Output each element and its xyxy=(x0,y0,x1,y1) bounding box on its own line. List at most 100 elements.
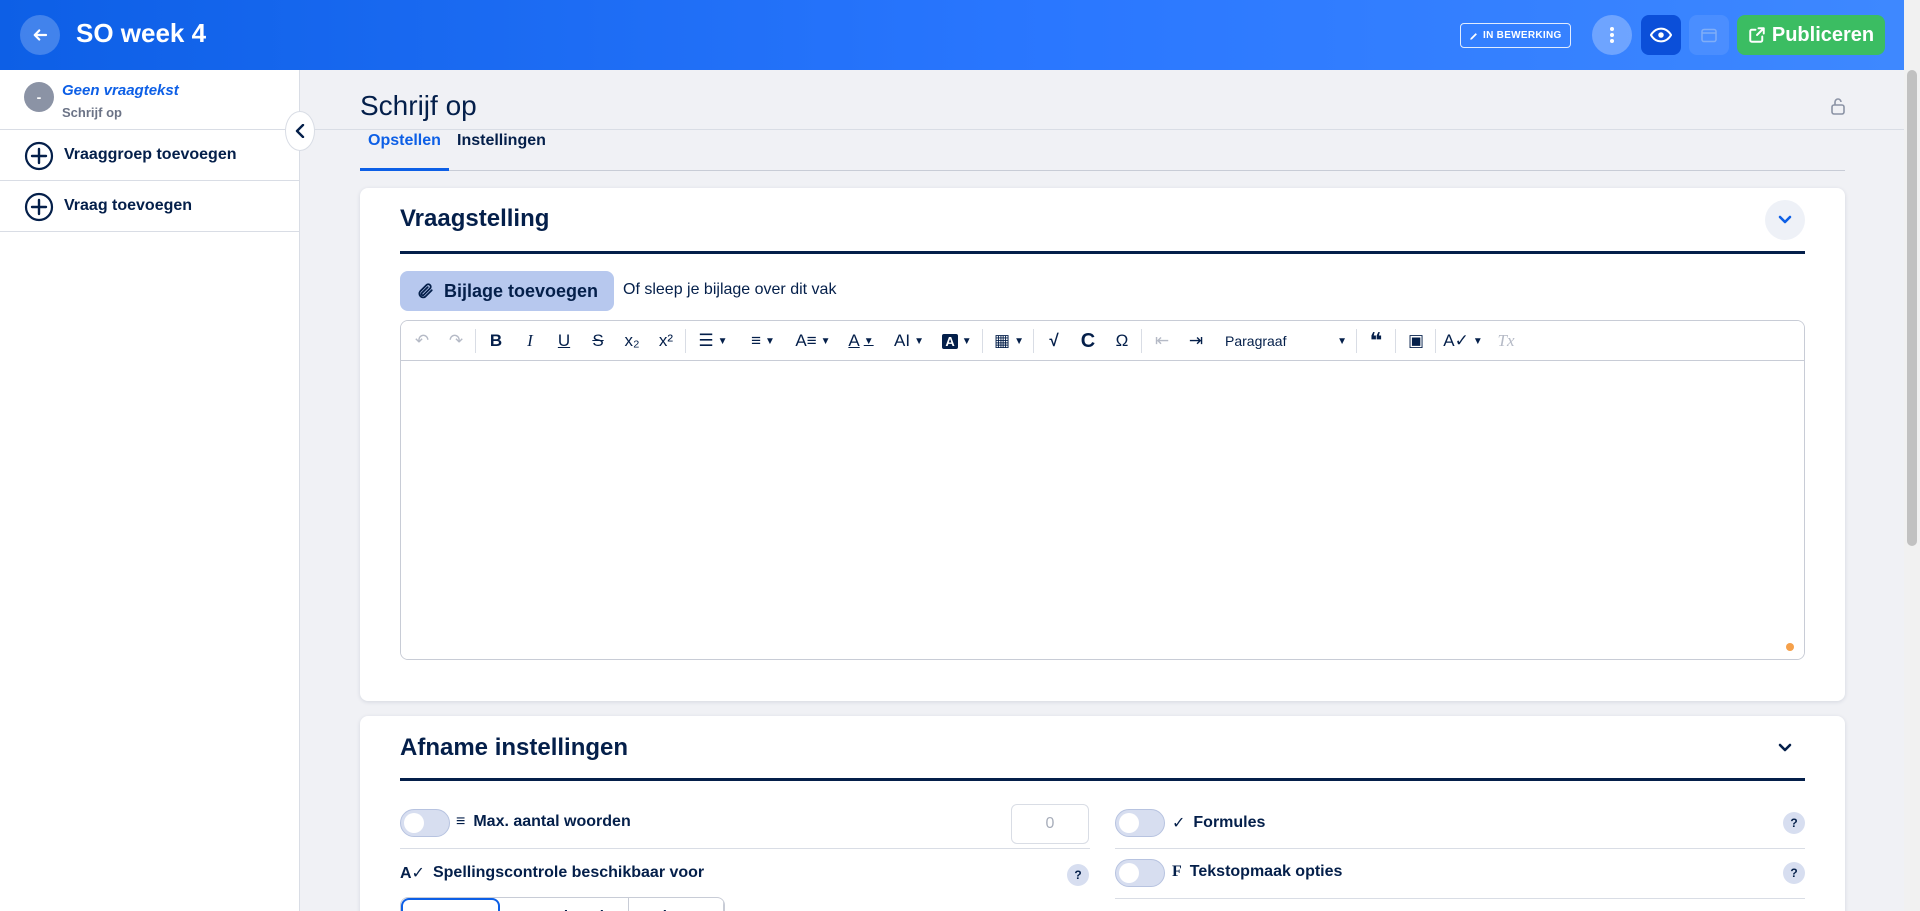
collapse-sidebar-button[interactable] xyxy=(285,111,315,151)
external-link-icon xyxy=(1749,27,1765,43)
font-icon: F xyxy=(1172,863,1182,880)
font-size-button[interactable]: A≡ ▼ xyxy=(791,326,835,356)
spellcheck-button[interactable]: A✓ ▼ xyxy=(1441,326,1485,356)
toolbar-separator xyxy=(1033,329,1034,353)
spellcheck-option-niemand[interactable]: Niemand xyxy=(401,898,501,911)
subscript-button[interactable]: x₂ xyxy=(617,326,647,356)
bold-button[interactable]: B xyxy=(481,326,511,356)
more-options-button[interactable] xyxy=(1592,15,1632,55)
back-button[interactable] xyxy=(20,15,60,55)
chevron-down-icon: ▼ xyxy=(765,335,775,347)
formula-button[interactable]: √ xyxy=(1039,326,1069,356)
redo-button[interactable]: ↷ xyxy=(443,326,469,356)
scrollbar-thumb[interactable] xyxy=(1907,70,1917,546)
italic-icon: I xyxy=(527,331,533,350)
preview-button[interactable] xyxy=(1641,15,1681,55)
afname-settings-card: Afname instellingen ≡ Max. aantal woorde… xyxy=(360,716,1845,911)
paragraph-style-select[interactable]: Paragraaf ▼ xyxy=(1221,326,1351,356)
outdent-button[interactable]: ⇤ xyxy=(1147,326,1177,356)
font-family-icon: AI xyxy=(894,331,911,350)
vraagstelling-card: Vraagstelling Bijlage toevoegen Of sleep… xyxy=(360,188,1845,701)
text-format-label: Tekstopmaak opties xyxy=(1189,863,1343,880)
quote-icon: ❝ xyxy=(1369,328,1383,353)
max-words-input[interactable]: 0 xyxy=(1011,804,1089,844)
bold-icon: B xyxy=(489,331,503,350)
square-root-icon: √ xyxy=(1049,331,1059,350)
chevron-down-icon: ▼ xyxy=(1014,335,1024,347)
afname-settings-title: Afname instellingen xyxy=(400,734,629,761)
chevron-down-icon: ▼ xyxy=(1337,335,1347,347)
pencil-icon xyxy=(1470,32,1477,40)
drop-hint: Of sleep je bijlage over dit vak xyxy=(623,281,837,298)
numbered-list-button[interactable]: ≡ ▼ xyxy=(741,326,785,356)
add-question-group-button[interactable]: Vraaggroep toevoegen xyxy=(0,130,300,181)
clear-formatting-icon: Tx xyxy=(1497,331,1515,350)
text-format-help-icon[interactable]: ? xyxy=(1783,862,1805,884)
tab-bar: Opstellen Instellingen xyxy=(360,130,1845,171)
chevron-down-icon: ▼ xyxy=(820,335,831,347)
toolbar-separator xyxy=(1435,329,1436,353)
toolbar-separator xyxy=(1395,329,1396,353)
chevron-down-icon xyxy=(1778,743,1792,752)
paperclip-icon xyxy=(418,283,433,299)
image-upload-icon: ▣ xyxy=(1407,331,1425,350)
unlock-icon[interactable] xyxy=(1828,96,1848,116)
text-format-toggle[interactable] xyxy=(1115,859,1165,887)
collapse-vraagstelling-button[interactable] xyxy=(1765,200,1805,240)
text-lines-icon: ≡ xyxy=(456,813,466,830)
row-divider xyxy=(1115,848,1805,849)
strikethrough-button[interactable]: S xyxy=(583,326,613,356)
formulas-toggle[interactable] xyxy=(1115,809,1165,837)
underline-button[interactable]: U xyxy=(549,326,579,356)
bulleted-list-button[interactable]: ☰ ▼ xyxy=(691,326,735,356)
spellcheck-setting: A✓ Spellingscontrole beschikbaar voor xyxy=(400,863,704,883)
highlight-button[interactable]: A ▼ xyxy=(935,326,979,356)
font-color-button[interactable]: A ▼ xyxy=(839,326,883,356)
underline-icon: U xyxy=(557,331,571,350)
font-color-icon: A xyxy=(848,331,860,350)
question-type: Schrijf op xyxy=(62,105,122,120)
superscript-button[interactable]: x² xyxy=(651,326,681,356)
formulas-help-icon[interactable]: ? xyxy=(1783,812,1805,834)
page-scrollbar[interactable] xyxy=(1904,0,1920,911)
add-attachment-label: Bijlage toevoegen xyxy=(444,280,599,301)
collapse-afname-button[interactable] xyxy=(1765,728,1805,768)
font-size-icon: A≡ xyxy=(795,331,817,350)
indent-button[interactable]: ⇥ xyxy=(1181,326,1211,356)
indent-icon: ⇥ xyxy=(1188,331,1204,350)
text-format-setting: F Tekstopmaak opties xyxy=(1172,863,1342,881)
spellcheck-option-gemarkeerde[interactable]: Gemarkeerde xyxy=(500,898,630,911)
blockquote-button[interactable]: ❝ xyxy=(1361,326,1391,356)
spellcheck-option-iedereen[interactable]: Iedereen xyxy=(629,898,724,911)
schedule-button[interactable] xyxy=(1689,15,1729,55)
toolbar-separator xyxy=(1141,329,1142,353)
page-title: Schrijf op xyxy=(360,90,477,121)
tab-instellingen[interactable]: Instellingen xyxy=(449,130,554,171)
tab-opstellen[interactable]: Opstellen xyxy=(360,130,449,171)
add-attachment-button[interactable]: Bijlage toevoegen xyxy=(400,271,615,311)
outdent-icon: ⇤ xyxy=(1154,331,1170,350)
insert-image-button[interactable]: ▣ xyxy=(1401,326,1431,356)
clear-formatting-button[interactable]: Tx xyxy=(1491,326,1521,356)
italic-button[interactable]: I xyxy=(515,326,545,356)
rich-text-editor: ↶ ↷ B I U S x₂ x² ☰ ▼ ≡ ▼ A≡ ▼ A ▼ AI ▼ A ▼ ▦ ▼… xyxy=(400,320,1805,660)
table-icon: ▦ xyxy=(994,331,1011,350)
font-family-button[interactable]: AI ▼ xyxy=(887,326,931,356)
spellcheck-help-icon[interactable]: ? xyxy=(1067,864,1089,886)
spellcheck-segmented-control: Niemand Gemarkeerde Iedereen xyxy=(400,897,725,911)
status-badge: IN BEWERKING xyxy=(1460,23,1571,48)
insert-table-button[interactable]: ▦ ▼ xyxy=(987,326,1031,356)
publish-button[interactable]: Publiceren xyxy=(1737,15,1885,55)
sidebar-question-item[interactable]: - Geen vraagtekst Schrijf op xyxy=(0,70,300,130)
chemistry-button[interactable]: C xyxy=(1073,326,1103,356)
question-text-editor[interactable] xyxy=(401,361,1804,659)
undo-button[interactable]: ↶ xyxy=(409,326,435,356)
special-characters-button[interactable]: Ω xyxy=(1107,326,1137,356)
test-title: SO week 4 xyxy=(76,18,207,48)
max-words-toggle[interactable] xyxy=(400,809,450,837)
spellcheck-icon: A✓ xyxy=(1443,331,1469,350)
toolbar-separator xyxy=(685,329,686,353)
vraagstelling-title: Vraagstelling xyxy=(400,205,550,232)
question-sidebar: - Geen vraagtekst Schrijf op Vraaggroep … xyxy=(0,70,300,911)
add-question-button[interactable]: Vraag toevoegen xyxy=(0,181,300,232)
